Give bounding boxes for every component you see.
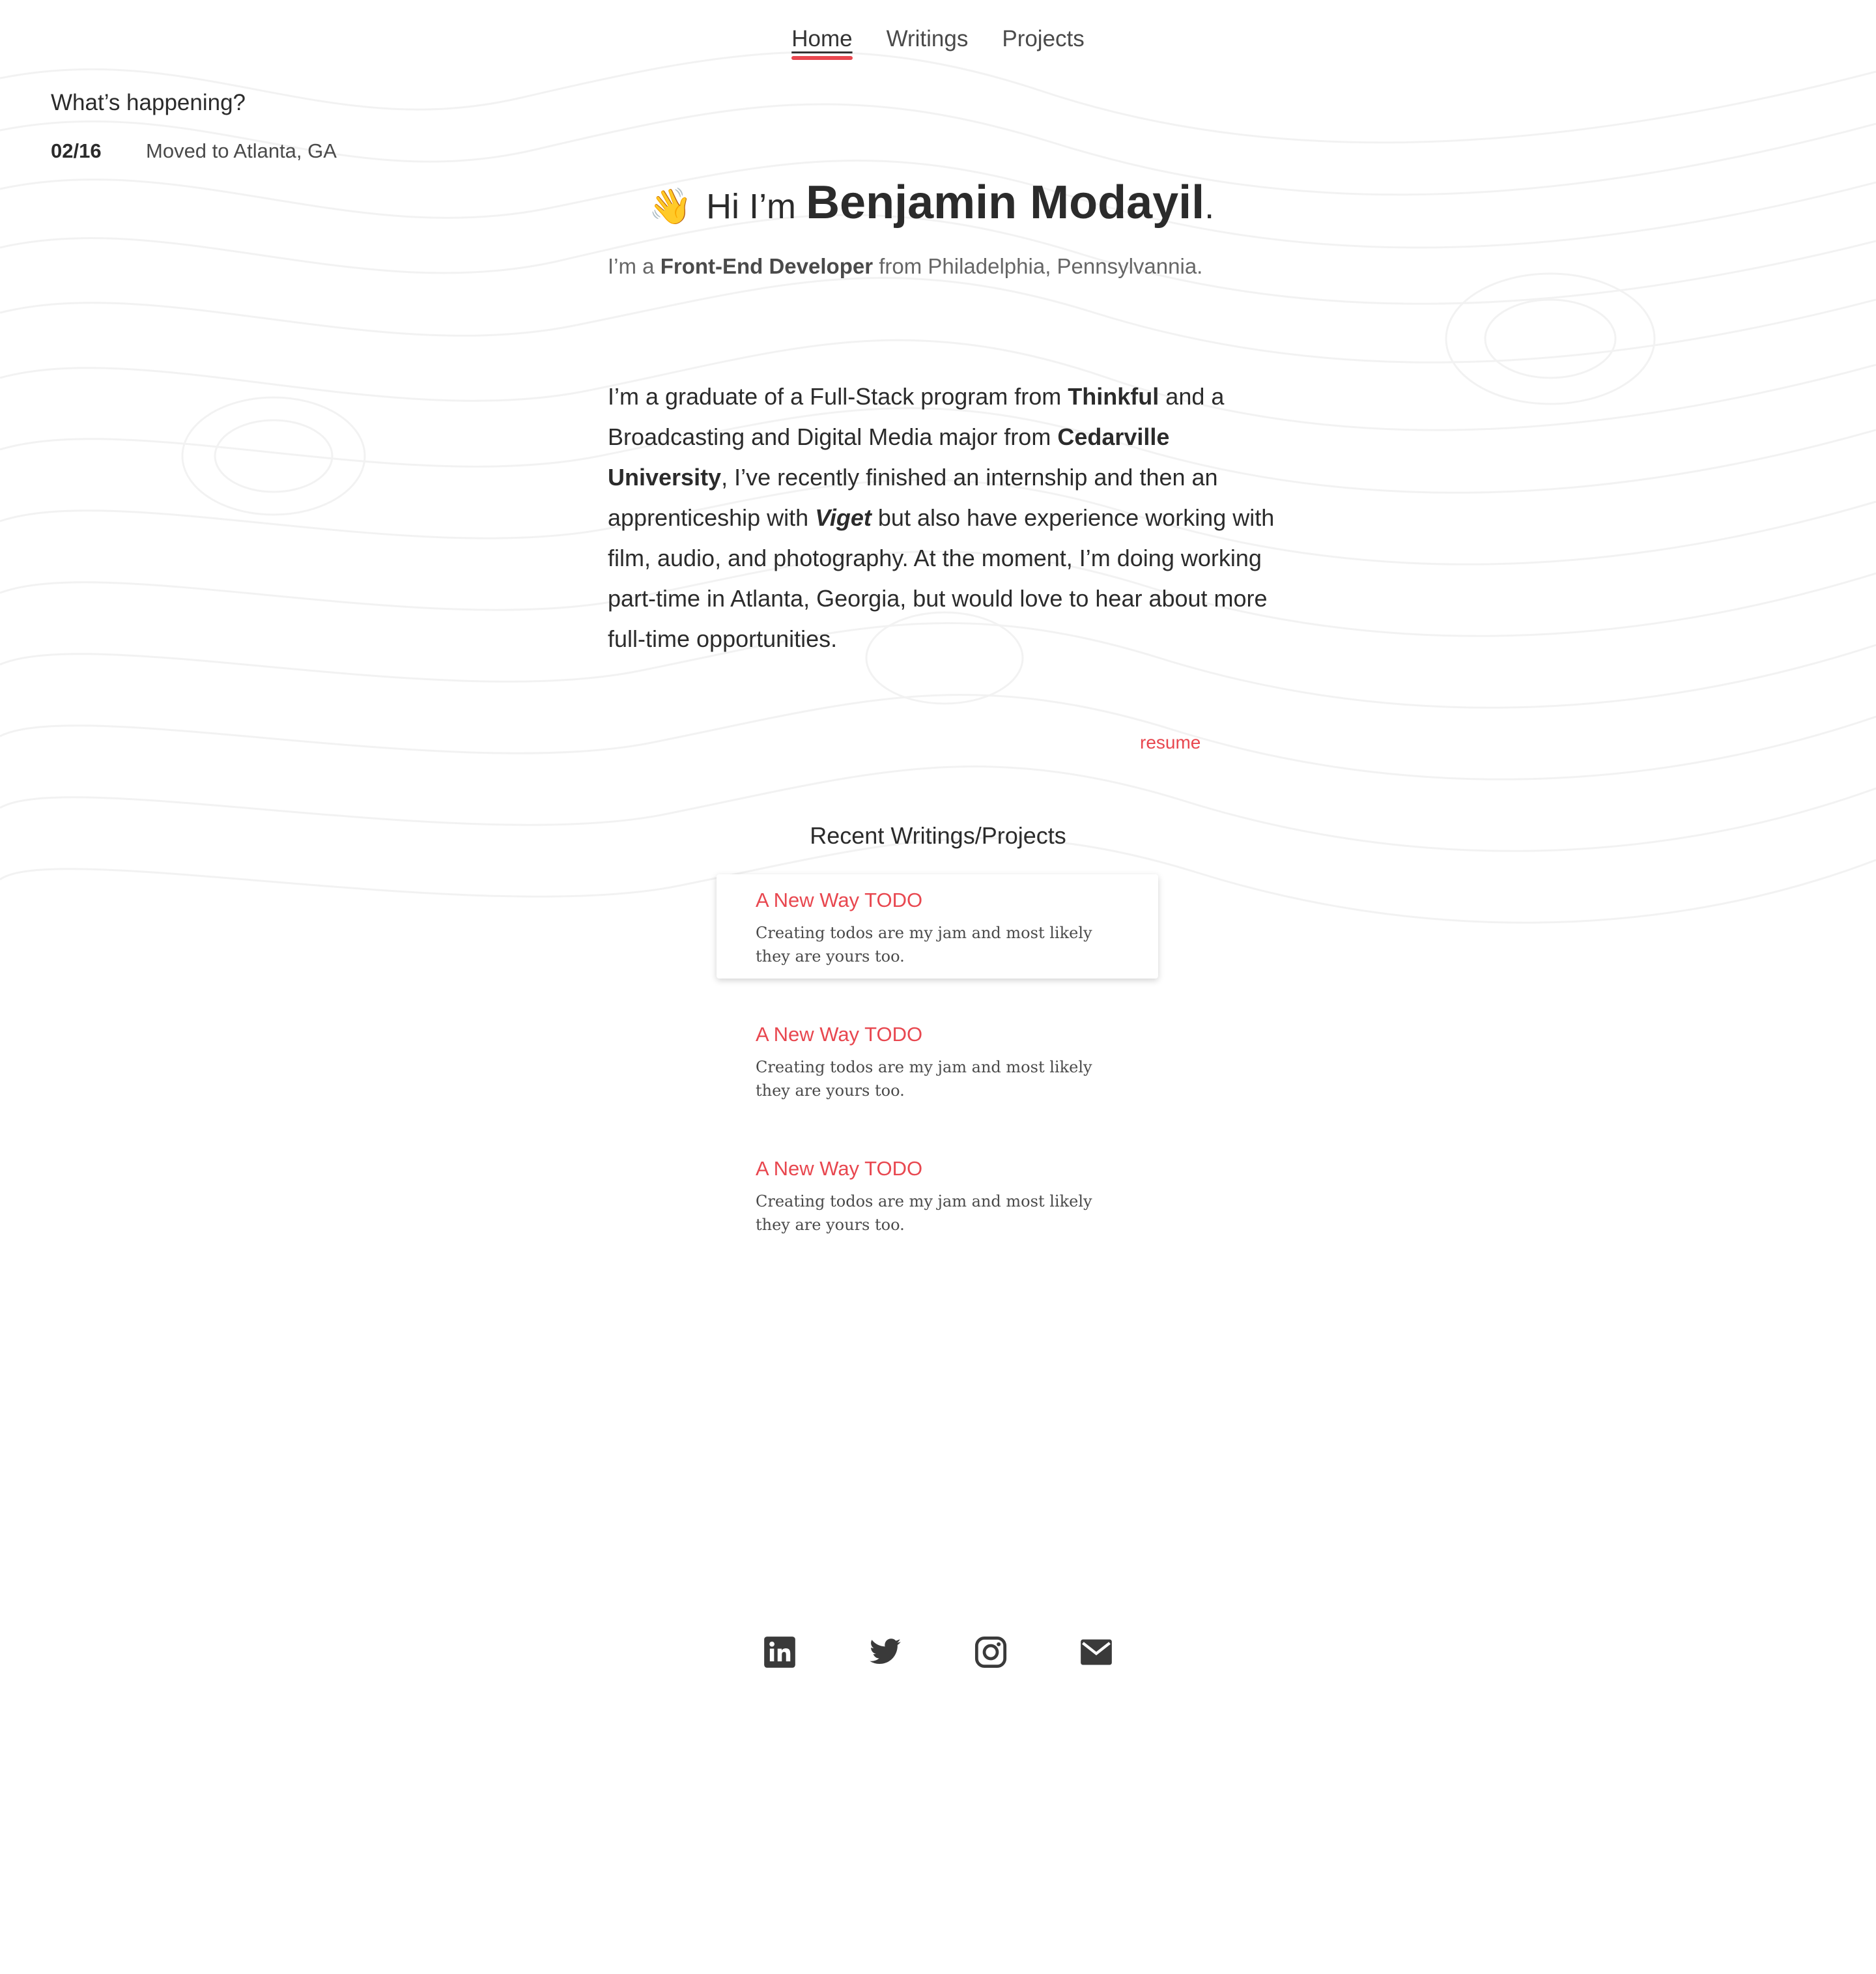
recent-card-desc: Creating todos are my jam and most likel… (756, 1192, 1092, 1234)
bio-school-thinkful: Thinkful (1068, 383, 1159, 410)
recent-section-title: Recent Writings/Projects (810, 822, 1066, 849)
greeting-punctuation: . (1204, 187, 1215, 226)
waving-hand-icon: 👋 (648, 187, 693, 226)
recent-card-title[interactable]: A New Way TODO (756, 1157, 1119, 1180)
instagram-icon[interactable] (974, 1635, 1008, 1669)
bio-text: I’m a graduate of a Full-Stack program f… (608, 383, 1062, 410)
hero-name: Benjamin Modayil (806, 177, 1205, 229)
bio-paragraph: I’m a graduate of a Full-Stack program f… (608, 377, 1285, 659)
hero-subtitle: I’m a Front-End Developer from Philadelp… (608, 254, 1202, 279)
subtitle-role: Front-End Developer (660, 254, 874, 278)
nav-writings-link[interactable]: Writings (887, 26, 969, 56)
recent-card[interactable]: A New Way TODO Creating todos are my jam… (717, 1008, 1158, 1113)
happening-text: Moved to Atlanta, GA (146, 139, 337, 162)
greeting-prefix: Hi I’m (706, 187, 797, 226)
mail-icon[interactable] (1079, 1635, 1113, 1669)
recent-card-title[interactable]: A New Way TODO (756, 889, 1119, 912)
recent-card[interactable]: A New Way TODO Creating todos are my jam… (717, 1143, 1158, 1247)
resume-link[interactable]: resume (1140, 732, 1201, 753)
recent-card-title[interactable]: A New Way TODO (756, 1023, 1119, 1046)
subtitle-suffix: from Philadelphia, Pennsylvannia. (879, 254, 1203, 278)
nav-home-link[interactable]: Home (791, 26, 853, 60)
recent-card-desc: Creating todos are my jam and most likel… (756, 1058, 1092, 1100)
whats-happening-panel: What’s happening? 02/16 Moved to Atlanta… (51, 90, 337, 163)
bio-company-viget: Viget (815, 504, 872, 531)
recent-card-desc: Creating todos are my jam and most likel… (756, 924, 1092, 966)
recent-card[interactable]: A New Way TODO Creating todos are my jam… (717, 874, 1158, 979)
hero-greeting: 👋 Hi I’m Benjamin Modayil. (0, 176, 1876, 229)
social-links (0, 1635, 1876, 1669)
subtitle-prefix: I’m a (608, 254, 655, 278)
nav-projects-link[interactable]: Projects (1002, 26, 1084, 56)
main-nav: Home Writings Projects (0, 26, 1876, 60)
happening-date: 02/16 (51, 139, 102, 162)
twitter-icon[interactable] (868, 1635, 902, 1669)
whats-happening-title: What’s happening? (51, 90, 246, 115)
hero: 👋 Hi I’m Benjamin Modayil. (0, 176, 1876, 229)
happening-item: 02/16 Moved to Atlanta, GA (51, 139, 337, 163)
recent-list: A New Way TODO Creating todos are my jam… (717, 874, 1158, 1277)
linkedin-icon[interactable] (763, 1635, 797, 1669)
